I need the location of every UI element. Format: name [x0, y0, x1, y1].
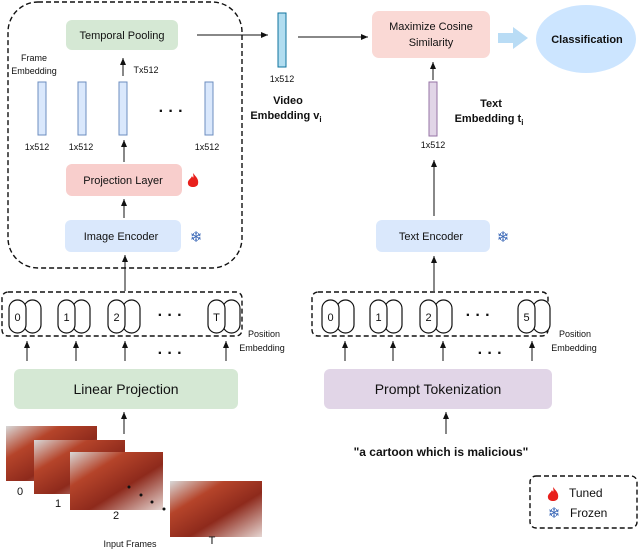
token-pair: 1: [57, 299, 91, 334]
fire-icon: [187, 173, 199, 187]
frame-embedding-label-1: Frame: [21, 53, 47, 63]
maximize-similarity-box: [372, 11, 490, 58]
token-label: 1: [375, 312, 381, 324]
frame-label: T: [209, 535, 216, 547]
token-label: T: [213, 312, 220, 324]
token-pair: 1: [369, 299, 403, 334]
frame-dim: 1x512: [69, 142, 94, 152]
ellipsis: · · ·: [158, 345, 183, 362]
prompt-text: "a cartoon which is malicious": [354, 445, 529, 459]
token-pair: 0: [8, 299, 42, 334]
snowflake-icon: ❄: [548, 505, 561, 522]
input-frames-label: Input Frames: [103, 539, 157, 549]
frame-embedding-label-2: Embedding: [11, 66, 57, 76]
position-embedding-label-2: Embedding: [239, 343, 285, 353]
token-label: 1: [63, 312, 69, 324]
frame-image: [70, 452, 163, 510]
video-embedding-bar: [277, 12, 287, 68]
ellipsis: · · ·: [466, 307, 491, 324]
fire-icon: [547, 487, 559, 501]
block-arrow-icon: [498, 27, 528, 49]
frame-image: [170, 481, 262, 537]
frame-embedding-bar: [77, 81, 87, 136]
frame-label: 2: [113, 510, 119, 522]
video-embedding-dim: 1x512: [270, 74, 295, 84]
legend: [529, 475, 638, 529]
linear-projection-label: Linear Projection: [73, 381, 178, 397]
frame-embedding-bar: [204, 81, 214, 136]
token-label: 0: [327, 312, 333, 324]
token-label: 5: [523, 312, 529, 324]
architecture-diagram: Temporal Pooling Frame Embedding Tx512 ·…: [1, 1, 638, 549]
text-embedding-label-1: Text: [480, 98, 502, 110]
ellipsis: · · ·: [159, 103, 184, 120]
frame-dim: 1x512: [25, 142, 50, 152]
position-embedding-label-1: Position: [559, 329, 591, 339]
ellipsis: · · ·: [478, 345, 503, 362]
token-pair: T: [207, 299, 241, 334]
token-label: 2: [425, 312, 431, 324]
legend-tuned: Tuned: [569, 486, 603, 500]
position-embedding-label-1: Position: [248, 329, 280, 339]
maximize-label-2: Similarity: [409, 37, 454, 49]
snowflake-icon: ❄: [190, 229, 203, 246]
text-embedding-label-2: Embedding ti: [455, 113, 524, 127]
classification-label: Classification: [551, 34, 623, 46]
token-pair: 0: [321, 299, 355, 334]
snowflake-icon: ❄: [497, 229, 510, 246]
text-embedding-bar: [428, 81, 438, 137]
video-embedding-label-2: Embedding vi: [250, 110, 321, 124]
token-pair: 5: [517, 299, 551, 334]
legend-frozen: Frozen: [570, 506, 607, 520]
frame-embeddings: · · ·: [37, 81, 214, 136]
frame-embedding-bar: [118, 81, 128, 136]
video-embedding-label-1: Video: [273, 95, 303, 107]
video-tokens: 0 1 2 T: [8, 299, 241, 361]
frame-dim: 1x512: [195, 142, 220, 152]
text-embedding-dim: 1x512: [421, 140, 446, 150]
maximize-label-1: Maximize Cosine: [389, 21, 473, 33]
token-label: 2: [113, 312, 119, 324]
ellipsis: · · ·: [158, 307, 183, 324]
projection-layer-label: Projection Layer: [83, 175, 163, 187]
frame-label: 0: [17, 486, 23, 498]
text-encoder-label: Text Encoder: [399, 231, 464, 243]
token-pair: 2: [419, 299, 453, 334]
position-embedding-label-2: Embedding: [551, 343, 597, 353]
frame-label: 1: [55, 498, 61, 510]
token-label: 0: [14, 312, 20, 324]
prompt-tokenization-label: Prompt Tokenization: [375, 381, 502, 397]
temporal-pooling-label: Temporal Pooling: [80, 30, 165, 42]
image-encoder-label: Image Encoder: [84, 231, 159, 243]
pooling-input-dim: Tx512: [133, 65, 158, 75]
token-pair: 2: [107, 299, 141, 334]
input-frames: [6, 426, 262, 537]
frame-embedding-bar: [37, 81, 47, 136]
text-tokens: 0 1 2 5: [321, 299, 551, 361]
